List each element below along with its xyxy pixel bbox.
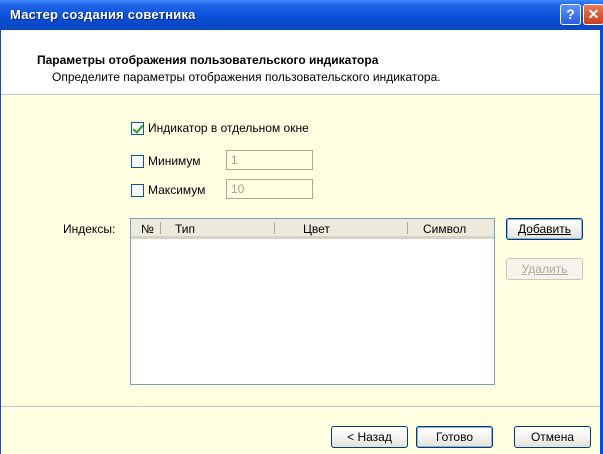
add-button[interactable]: Добавить	[506, 218, 583, 240]
indexes-list-header: № Тип Цвет Символ	[131, 219, 494, 239]
minimum-label: Минимум	[148, 154, 201, 168]
separate-window-checkbox[interactable]	[131, 121, 144, 135]
page-title: Параметры отображения пользовательского …	[37, 53, 379, 67]
minimum-field[interactable]: 1	[226, 150, 313, 170]
wizard-window: Мастер создания советника ? ✕ Параметры …	[0, 0, 603, 454]
help-icon[interactable]: ?	[560, 4, 581, 25]
column-divider[interactable]	[274, 222, 275, 234]
column-symbol[interactable]: Символ	[423, 222, 466, 236]
column-divider[interactable]	[407, 222, 408, 234]
window-title: Мастер создания советника	[10, 7, 196, 22]
minimum-checkbox[interactable]	[131, 154, 144, 168]
wizard-footer: < Назад Готово Отмена	[0, 406, 603, 454]
column-color[interactable]: Цвет	[303, 222, 330, 236]
column-type[interactable]: Тип	[175, 222, 195, 236]
close-icon[interactable]: ✕	[583, 4, 603, 25]
back-button[interactable]: < Назад	[331, 426, 408, 448]
separate-window-label: Индикатор в отдельном окне	[148, 121, 309, 135]
window-frame-left	[0, 30, 1, 454]
maximum-field[interactable]: 10	[226, 179, 313, 199]
cancel-button[interactable]: Отмена	[514, 426, 591, 448]
add-button-label: Добавить	[517, 222, 572, 236]
indexes-label: Индексы:	[63, 222, 116, 236]
column-divider[interactable]	[160, 222, 161, 234]
column-number[interactable]: №	[141, 222, 154, 236]
maximum-option[interactable]: Максимум	[131, 183, 205, 197]
maximum-label: Максимум	[148, 183, 206, 197]
wizard-header: Параметры отображения пользовательского …	[0, 30, 603, 95]
minimum-option[interactable]: Минимум	[131, 154, 201, 168]
delete-button[interactable]: Удалить	[506, 258, 583, 280]
finish-button[interactable]: Готово	[416, 426, 493, 448]
delete-button-label: Удалить	[521, 262, 568, 276]
separate-window-option[interactable]: Индикатор в отдельном окне	[131, 121, 309, 135]
wizard-content: Индикатор в отдельном окне Минимум 1 Мак…	[0, 95, 603, 405]
maximum-checkbox[interactable]	[131, 183, 144, 197]
page-subtitle: Определите параметры отображения пользов…	[52, 70, 441, 84]
title-bar[interactable]: Мастер создания советника ? ✕	[0, 0, 603, 30]
indexes-list[interactable]: № Тип Цвет Символ	[130, 218, 495, 385]
